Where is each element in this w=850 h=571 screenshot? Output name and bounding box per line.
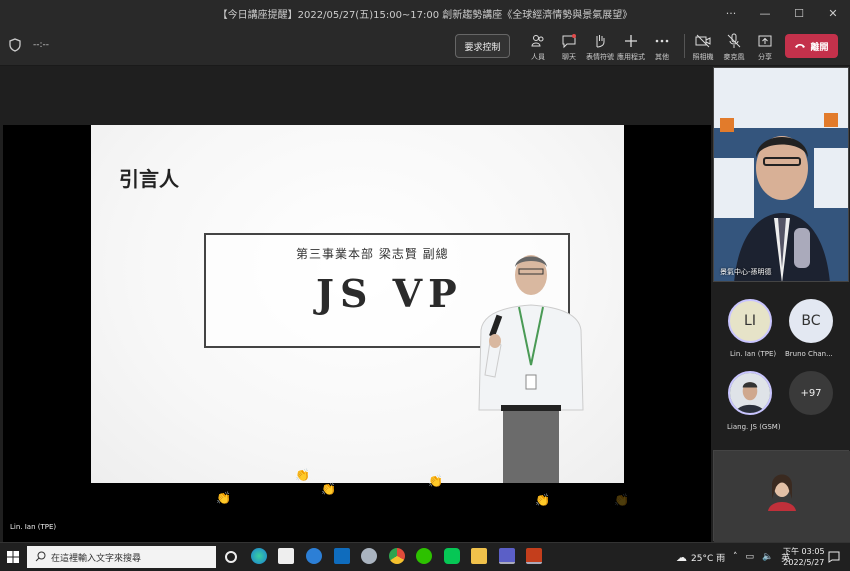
share-button[interactable]: 分享 bbox=[745, 30, 785, 64]
participant-name: Lin. Ian (TPE) bbox=[730, 350, 777, 358]
participant-name: Liang. JS (GSM) bbox=[727, 423, 781, 431]
speaker-video bbox=[714, 68, 848, 281]
shield-icon bbox=[9, 38, 21, 52]
slide-heading: 引言人 bbox=[119, 167, 179, 191]
chrome-icon[interactable] bbox=[389, 548, 405, 564]
more-button[interactable]: 其他 bbox=[642, 30, 682, 64]
windows-taskbar: 在這裡輸入文字來搜尋 ☁ 25°C 雨 ˄ ▭ 🔈 英 下午 03:05 202… bbox=[0, 542, 850, 570]
self-video-tile bbox=[713, 450, 850, 542]
maximize-icon[interactable]: ☐ bbox=[782, 0, 816, 26]
wechat-icon[interactable] bbox=[416, 548, 432, 564]
network-status-icon[interactable]: ▭ bbox=[746, 552, 755, 562]
clap-reaction-icon: 👏 bbox=[295, 468, 310, 482]
camera-label: 照相機 bbox=[692, 53, 714, 61]
clap-reaction-icon: 👏 bbox=[428, 474, 443, 488]
avatar[interactable] bbox=[728, 371, 772, 415]
system-tray: ˄ ▭ 🔈 英 bbox=[733, 543, 790, 571]
more-participants-count: +97 bbox=[800, 387, 822, 399]
minimize-icon[interactable]: — bbox=[748, 0, 782, 26]
network-icon[interactable] bbox=[361, 548, 377, 564]
file-explorer-icon[interactable] bbox=[471, 548, 487, 564]
speaker-video-tile[interactable]: 景氣中心-孫明德 bbox=[713, 67, 849, 282]
search-placeholder: 在這裡輸入文字來搜尋 bbox=[51, 553, 142, 564]
clap-reaction-icon: 👏 bbox=[321, 482, 336, 496]
clap-reaction-icon: 👏 bbox=[614, 493, 629, 507]
weather-widget[interactable]: ☁ 25°C 雨 bbox=[676, 543, 725, 571]
rain-cloud-icon: ☁ bbox=[676, 550, 687, 564]
title-bar: 【今日講座提醒】2022/05/27(五)15:00~17:00 創新趨勢講座《… bbox=[0, 0, 850, 26]
share-label: 分享 bbox=[758, 53, 772, 61]
more-label: 其他 bbox=[655, 53, 669, 61]
task-view-icon[interactable] bbox=[225, 551, 237, 563]
clap-reaction-icon: 👏 bbox=[535, 493, 550, 507]
camera-off-icon bbox=[695, 34, 711, 48]
chat-label: 聊天 bbox=[562, 53, 576, 61]
line-icon[interactable] bbox=[444, 548, 460, 564]
leave-label: 離開 bbox=[810, 42, 829, 53]
avatar-initials: BC bbox=[801, 313, 821, 329]
phone-hangup-icon bbox=[795, 44, 806, 48]
meeting-timer: --:-- bbox=[33, 40, 50, 50]
reactions-label: 表情符號 bbox=[586, 53, 614, 61]
presentation-slide: 引言人 第三事業本部 梁志賢 副總 JS VP bbox=[91, 125, 624, 483]
participant-photo bbox=[730, 373, 770, 413]
speaker-title: 第三事業本部 梁志賢 副總 bbox=[296, 247, 449, 261]
ellipsis-icon bbox=[655, 39, 669, 43]
close-icon[interactable]: ✕ bbox=[816, 0, 850, 26]
plus-icon bbox=[625, 35, 637, 47]
people-label: 人員 bbox=[531, 53, 545, 61]
mail-icon[interactable] bbox=[278, 548, 294, 564]
taskbar-clock[interactable]: 下午 03:05 2022/5/27 bbox=[783, 546, 825, 568]
taskbar-search[interactable]: 在這裡輸入文字來搜尋 bbox=[27, 546, 216, 568]
more-participants-button[interactable]: +97 bbox=[789, 371, 833, 415]
speaker-tile-name: 景氣中心-孫明德 bbox=[720, 268, 772, 276]
chevron-up-icon[interactable]: ˄ bbox=[733, 552, 738, 562]
people-icon bbox=[531, 35, 544, 47]
weather-text: 25°C 雨 bbox=[691, 553, 726, 564]
participants-panel: 景氣中心-孫明德 LI Lin. Ian (TPE) BC Bruno Chan… bbox=[712, 67, 850, 542]
avatar[interactable]: BC bbox=[789, 299, 833, 343]
search-icon bbox=[35, 551, 46, 562]
avatar-initials: LI bbox=[744, 313, 756, 329]
share-icon bbox=[758, 35, 772, 47]
leave-button[interactable]: 離開 bbox=[785, 34, 838, 58]
meeting-toolbar: --:-- 要求控制 人員 聊天 表情符號 應用程式 其他 照相機 麥克風 分享… bbox=[0, 26, 850, 66]
chat-icon bbox=[562, 34, 576, 49]
window-controls: ··· — ☐ ✕ bbox=[714, 0, 850, 26]
clock-time: 下午 03:05 bbox=[783, 547, 825, 556]
edge-icon[interactable] bbox=[251, 548, 267, 564]
windows-start-icon[interactable] bbox=[7, 551, 19, 563]
clock-date: 2022/5/27 bbox=[783, 558, 825, 567]
powerpoint-icon[interactable] bbox=[526, 548, 542, 564]
hand-icon bbox=[596, 35, 605, 48]
request-control-button[interactable]: 要求控制 bbox=[455, 34, 510, 58]
ie-icon[interactable] bbox=[306, 548, 322, 564]
notification-icon[interactable] bbox=[828, 551, 840, 563]
speaker-photo bbox=[478, 255, 584, 483]
avatar[interactable]: LI bbox=[728, 299, 772, 343]
mic-off-icon bbox=[727, 33, 741, 48]
speaker-name-large: JS VP bbox=[316, 271, 463, 316]
participant-name: Bruno Chan... bbox=[785, 350, 833, 358]
presenter-caption: Lin. Ian (TPE) bbox=[6, 521, 61, 533]
more-options-icon[interactable]: ··· bbox=[714, 0, 748, 26]
outlook-icon[interactable] bbox=[334, 548, 350, 564]
volume-icon[interactable]: 🔈 bbox=[762, 552, 773, 562]
mic-label: 麥克風 bbox=[723, 53, 745, 61]
self-video bbox=[714, 451, 850, 542]
window-title: 【今日講座提醒】2022/05/27(五)15:00~17:00 創新趨勢講座《… bbox=[217, 9, 633, 21]
apps-label: 應用程式 bbox=[617, 53, 645, 61]
clap-reaction-icon: 👏 bbox=[216, 491, 231, 505]
teams-icon[interactable] bbox=[499, 548, 515, 564]
